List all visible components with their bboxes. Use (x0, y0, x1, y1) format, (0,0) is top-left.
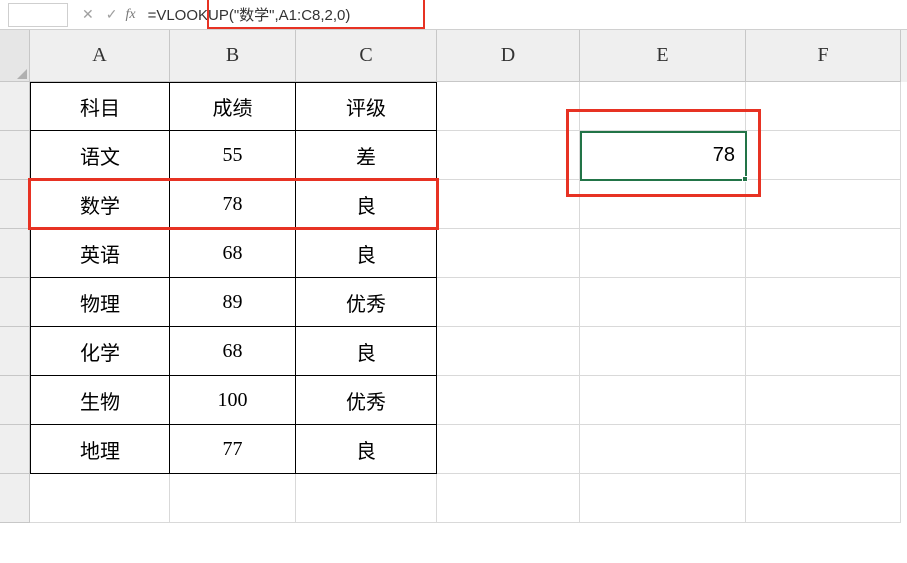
row-5: 物理 89 优秀 (0, 278, 907, 327)
col-header-C[interactable]: C (296, 30, 437, 82)
cell-B5[interactable]: 89 (170, 278, 296, 327)
row-header-8[interactable] (0, 425, 30, 474)
cell-F4[interactable] (746, 229, 901, 278)
cell-C1[interactable]: 评级 (296, 82, 437, 131)
spreadsheet-grid: A B C D E F 科目 成绩 评级 语文 55 差 78 (0, 30, 907, 563)
cell-B7[interactable]: 100 (170, 376, 296, 425)
cell-C5[interactable]: 优秀 (296, 278, 437, 327)
cell-A7[interactable]: 生物 (30, 376, 170, 425)
cell-F8[interactable] (746, 425, 901, 474)
column-headers: A B C D E F (0, 30, 907, 82)
cell-F7[interactable] (746, 376, 901, 425)
cell-E5[interactable] (580, 278, 746, 327)
cell-E6[interactable] (580, 327, 746, 376)
formula-bar-buttons: ✕ ✓ (74, 6, 125, 23)
row-header-2[interactable] (0, 131, 30, 180)
cell-C7[interactable]: 优秀 (296, 376, 437, 425)
cell-E9[interactable] (580, 474, 746, 523)
cell-C3[interactable]: 良 (296, 180, 437, 229)
cell-B3[interactable]: 78 (170, 180, 296, 229)
cell-D7[interactable] (437, 376, 580, 425)
cell-D3[interactable] (437, 180, 580, 229)
cell-B4[interactable]: 68 (170, 229, 296, 278)
cell-F9[interactable] (746, 474, 901, 523)
cell-E2[interactable]: 78 (580, 131, 746, 180)
select-all-corner[interactable] (0, 30, 30, 82)
cell-C9[interactable] (296, 474, 437, 523)
row-4: 英语 68 良 (0, 229, 907, 278)
cell-A3[interactable]: 数学 (30, 180, 170, 229)
row-8: 地理 77 良 (0, 425, 907, 474)
col-header-E[interactable]: E (580, 30, 746, 82)
cell-B9[interactable] (170, 474, 296, 523)
cell-F5[interactable] (746, 278, 901, 327)
cell-B8[interactable]: 77 (170, 425, 296, 474)
cell-A1[interactable]: 科目 (30, 82, 170, 131)
cell-D2[interactable] (437, 131, 580, 180)
row-6: 化学 68 良 (0, 327, 907, 376)
row-2: 语文 55 差 78 (0, 131, 907, 180)
cell-E4[interactable] (580, 229, 746, 278)
col-header-F[interactable]: F (746, 30, 901, 82)
cell-D9[interactable] (437, 474, 580, 523)
cell-A9[interactable] (30, 474, 170, 523)
confirm-icon[interactable]: ✓ (106, 6, 118, 23)
cell-C8[interactable]: 良 (296, 425, 437, 474)
row-header-5[interactable] (0, 278, 30, 327)
fx-icon[interactable]: fx (125, 7, 135, 23)
col-header-A[interactable]: A (30, 30, 170, 82)
row-header-9[interactable] (0, 474, 30, 523)
cell-D1[interactable] (437, 82, 580, 131)
cell-F2[interactable] (746, 131, 901, 180)
cell-B1[interactable]: 成绩 (170, 82, 296, 131)
cell-B2[interactable]: 55 (170, 131, 296, 180)
row-1: 科目 成绩 评级 (0, 82, 907, 131)
cell-A8[interactable]: 地理 (30, 425, 170, 474)
cell-A5[interactable]: 物理 (30, 278, 170, 327)
cell-A2[interactable]: 语文 (30, 131, 170, 180)
cancel-icon[interactable]: ✕ (82, 6, 94, 23)
cell-D5[interactable] (437, 278, 580, 327)
cell-D6[interactable] (437, 327, 580, 376)
cell-F3[interactable] (746, 180, 901, 229)
cell-E3[interactable] (580, 180, 746, 229)
col-header-B[interactable]: B (170, 30, 296, 82)
grid-body: 科目 成绩 评级 语文 55 差 78 数学 78 良 (0, 82, 907, 523)
cell-A4[interactable]: 英语 (30, 229, 170, 278)
cell-E7[interactable] (580, 376, 746, 425)
cell-D8[interactable] (437, 425, 580, 474)
cell-F1[interactable] (746, 82, 901, 131)
formula-bar: ✕ ✓ fx =VLOOKUP("数学",A1:C8,2,0) (0, 0, 907, 30)
row-7: 生物 100 优秀 (0, 376, 907, 425)
row-9 (0, 474, 907, 523)
formula-input[interactable]: =VLOOKUP("数学",A1:C8,2,0) (142, 3, 907, 27)
cell-C6[interactable]: 良 (296, 327, 437, 376)
col-header-D[interactable]: D (437, 30, 580, 82)
cell-E8[interactable] (580, 425, 746, 474)
cell-C2[interactable]: 差 (296, 131, 437, 180)
row-3: 数学 78 良 (0, 180, 907, 229)
cell-F6[interactable] (746, 327, 901, 376)
row-header-7[interactable] (0, 376, 30, 425)
cell-C4[interactable]: 良 (296, 229, 437, 278)
row-header-1[interactable] (0, 82, 30, 131)
cell-D4[interactable] (437, 229, 580, 278)
cell-A6[interactable]: 化学 (30, 327, 170, 376)
row-header-4[interactable] (0, 229, 30, 278)
row-header-3[interactable] (0, 180, 30, 229)
cell-E1[interactable] (580, 82, 746, 131)
cell-B6[interactable]: 68 (170, 327, 296, 376)
row-header-6[interactable] (0, 327, 30, 376)
name-box[interactable] (8, 3, 68, 27)
